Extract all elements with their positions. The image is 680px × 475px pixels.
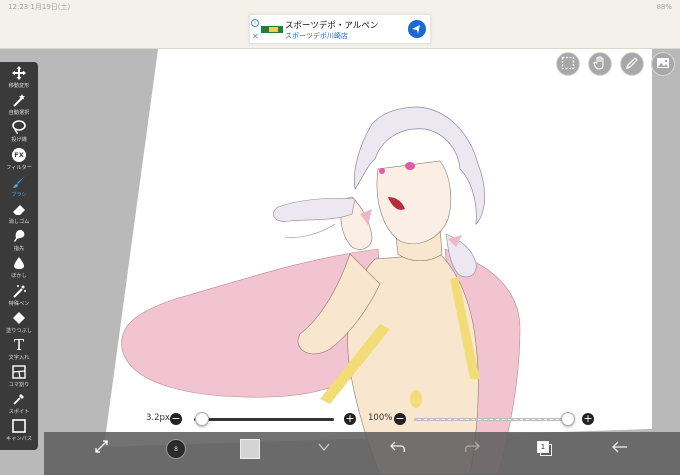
tool-label: 塗りつぶし (6, 327, 32, 334)
tool-label: 消しゴム (8, 218, 30, 225)
brush-size-minus-button[interactable]: − (170, 413, 182, 425)
image-icon (656, 55, 670, 74)
opacity-plus-button[interactable]: + (582, 413, 594, 425)
color-button[interactable] (238, 437, 262, 461)
move-icon (11, 65, 27, 81)
finger-icon (11, 228, 27, 244)
selection-button[interactable] (556, 52, 580, 76)
swap-button[interactable] (90, 437, 114, 461)
tool-label: スポイト (8, 409, 30, 416)
ad-logo (261, 26, 283, 33)
fx-icon: FX (11, 147, 27, 163)
blur-icon (11, 255, 27, 271)
layers-icon: 1 (537, 440, 555, 458)
pen-button[interactable] (620, 52, 644, 76)
tool-label: 移動変形 (8, 83, 30, 89)
special-pen-icon (11, 283, 27, 299)
layers-button[interactable]: 1 (534, 437, 558, 461)
undo-button[interactable] (386, 437, 410, 461)
eyedropper-icon (11, 391, 27, 407)
brush-preset-button[interactable]: 8 (164, 437, 188, 461)
magic-wand-icon (11, 92, 27, 108)
frame-divider-icon (11, 364, 27, 380)
bucket-icon (11, 310, 27, 326)
tool-fill[interactable]: 塗りつぶし (0, 310, 38, 337)
touch-button[interactable] (588, 52, 612, 76)
tool-canvas[interactable]: キャンバス (0, 418, 38, 445)
arrow-left-icon (611, 438, 629, 460)
ad-band: i ✕ スポーツデポ・アルペン スポーツデポ川崎店 (0, 13, 680, 49)
tool-label: 指先 (13, 246, 25, 253)
text-icon: T (13, 335, 24, 354)
back-button[interactable] (608, 437, 632, 461)
bottom-toolbar (44, 432, 680, 475)
tool-label: 特殊ペン (8, 300, 30, 307)
opacity-slider[interactable] (414, 418, 574, 421)
tool-eraser[interactable]: 消しゴム (0, 201, 38, 228)
tool-label: 投げ縄 (11, 137, 27, 144)
status-bar: 12:23 1月19日(土) 88% (0, 0, 680, 13)
opacity-value: 100% (368, 413, 393, 423)
redo-button[interactable] (460, 437, 484, 461)
opacity-thumb[interactable] (561, 412, 575, 426)
ad-info-icon[interactable]: i (251, 19, 259, 27)
gallery-button[interactable] (651, 52, 675, 76)
tool-palette: 移動変形 自動選択 投げ縄 FX フィルター ブラシ 消しゴム 指先 ぼかし 特… (0, 62, 38, 450)
undo-icon (389, 438, 407, 460)
ad-close-icon[interactable]: ✕ (252, 32, 259, 41)
tool-auto-select[interactable]: 自動選択 (0, 92, 38, 119)
status-battery: 88% (656, 2, 672, 11)
tool-text[interactable]: T 文字入れ (0, 337, 38, 364)
tool-special-pen[interactable]: 特殊ペン (0, 283, 38, 310)
tool-label: ブラシ (11, 191, 27, 198)
tool-label: 文字入れ (8, 354, 30, 361)
status-time: 12:23 1月19日(土) (8, 2, 71, 11)
chevron-down-icon (316, 439, 332, 459)
color-swatch (240, 439, 260, 459)
tool-label: キャンバス (6, 436, 32, 443)
tool-frame-divider[interactable]: コマ割り (0, 364, 38, 391)
tool-label: ぼかし (11, 273, 27, 280)
opacity-minus-button[interactable]: − (394, 413, 406, 425)
eraser-icon (11, 201, 27, 217)
tool-label: フィルター (6, 164, 32, 171)
tool-move[interactable]: 移動変形 (0, 65, 38, 92)
tool-label: 自動選択 (8, 110, 30, 117)
tool-label: コマ割り (8, 382, 30, 389)
lasso-icon (11, 119, 27, 135)
brush-size-thumb[interactable] (194, 412, 209, 426)
stroke-button[interactable] (312, 437, 336, 461)
tool-blur[interactable]: ぼかし (0, 255, 38, 282)
brush-circle-icon: 8 (166, 439, 186, 459)
tool-eyedropper[interactable]: スポイト (0, 391, 38, 418)
hand-icon (593, 55, 607, 74)
brush-icon (11, 174, 27, 190)
selection-icon (561, 55, 575, 74)
canvas-icon (11, 418, 27, 434)
tool-brush[interactable]: ブラシ (0, 174, 38, 201)
swap-arrows-icon (93, 438, 111, 460)
tool-lasso[interactable]: 投げ縄 (0, 119, 38, 146)
brush-size-plus-button[interactable]: + (344, 413, 356, 425)
redo-icon (463, 438, 481, 460)
drawing-canvas[interactable] (0, 49, 680, 475)
tool-filter[interactable]: FX フィルター (0, 147, 38, 174)
brush-size-slider[interactable] (194, 418, 334, 421)
ad-title[interactable]: スポーツデポ・アルペン (285, 19, 378, 31)
ad-subtitle[interactable]: スポーツデポ川崎店 (285, 31, 348, 41)
pencil-icon (625, 55, 639, 74)
ad-banner[interactable]: i ✕ スポーツデポ・アルペン スポーツデポ川崎店 (249, 14, 431, 44)
tool-finger[interactable]: 指先 (0, 228, 38, 255)
directions-arrow-icon[interactable] (408, 20, 426, 38)
brush-size-value: 3.2px (146, 413, 170, 423)
